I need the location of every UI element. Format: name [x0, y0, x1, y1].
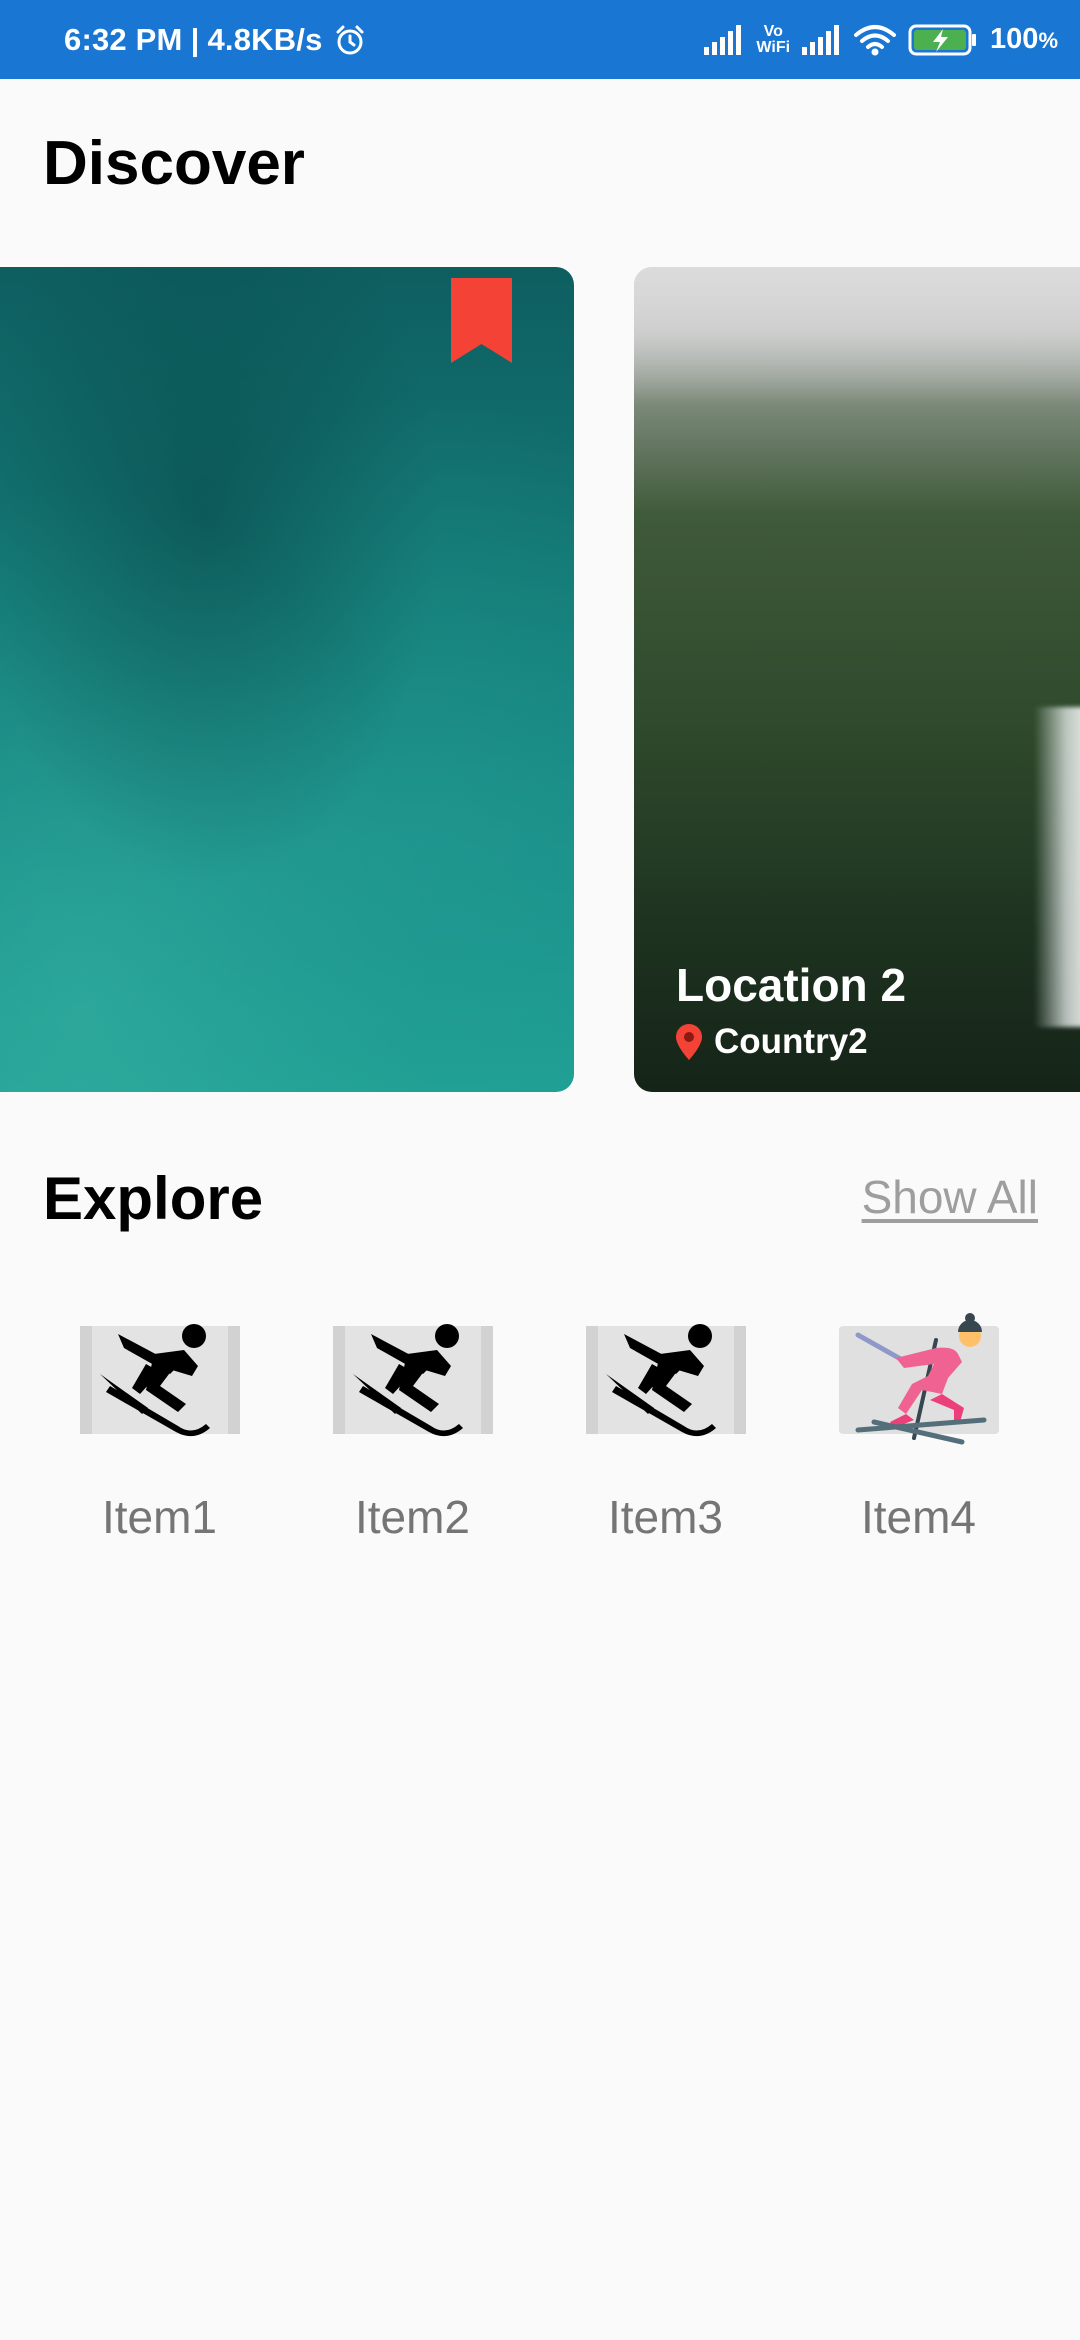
card-image-waterfall: [1034, 707, 1080, 1027]
explore-item-tile[interactable]: [585, 1310, 746, 1450]
explore-item-label: Item3: [607, 1491, 724, 1543]
status-network-speed: 4.8KB/s: [207, 21, 323, 57]
location-card-1[interactable]: [0, 267, 574, 1092]
explore-item-label: Item1: [101, 1491, 218, 1543]
explore-item-tile[interactable]: [838, 1310, 999, 1450]
battery-unit: %: [1038, 28, 1058, 53]
show-all-link[interactable]: Show All: [862, 1170, 1038, 1224]
bookmark-icon[interactable]: [451, 278, 512, 363]
skier-icon: [605, 1324, 716, 1437]
card-country-label: Country2: [714, 1022, 868, 1061]
alarm-icon: [333, 23, 367, 57]
explore-item-tile[interactable]: [79, 1310, 240, 1450]
explore-item-label: Item4: [860, 1491, 977, 1543]
cross-country-skier-icon: [855, 1313, 986, 1445]
explore-list: Item1 Item2 Item3 Item4: [33, 1310, 1047, 1544]
status-separator: |: [190, 21, 200, 57]
card-country: Country2: [676, 1022, 906, 1062]
page-title: Discover: [43, 129, 305, 198]
explore-title: Explore: [43, 1165, 264, 1232]
status-left: 6:32 PM | 4.8KB/s: [64, 0, 367, 79]
battery-charging-icon: [908, 23, 978, 57]
vowifi-icon: Vo WiFi: [756, 22, 791, 56]
explore-item-4[interactable]: Item4: [792, 1310, 1045, 1544]
skier-icon: [99, 1324, 210, 1437]
card-caption: Location 2 Country2: [676, 958, 906, 1062]
skier-icon: [352, 1324, 463, 1437]
signal-icon: [704, 24, 744, 55]
explore-item-1[interactable]: Item1: [33, 1310, 286, 1544]
location-pin-icon: [676, 1024, 702, 1060]
battery-percent: 100%: [990, 23, 1058, 56]
status-time: 6:32 PM: [64, 21, 183, 57]
card-title: Location 2: [676, 959, 907, 1011]
vowifi-top-label: Vo: [763, 22, 783, 40]
explore-item-label: Item2: [354, 1491, 471, 1543]
discover-carousel[interactable]: Location 2 Country2: [0, 267, 1080, 1092]
battery-value: 100: [990, 23, 1039, 55]
wifi-icon: [854, 24, 897, 56]
signal-2-icon: [802, 24, 842, 55]
explore-item-3[interactable]: Item3: [539, 1310, 792, 1544]
status-bar: 6:32 PM | 4.8KB/s Vo WiFi 100%: [0, 0, 1080, 79]
explore-item-tile[interactable]: [332, 1310, 493, 1450]
status-right: Vo WiFi 100%: [704, 0, 1058, 79]
vowifi-bottom-label: WiFi: [756, 38, 791, 56]
location-card-2[interactable]: Location 2 Country2: [634, 267, 1080, 1092]
card-image-mist: [634, 267, 1080, 407]
explore-item-2[interactable]: Item2: [286, 1310, 539, 1544]
